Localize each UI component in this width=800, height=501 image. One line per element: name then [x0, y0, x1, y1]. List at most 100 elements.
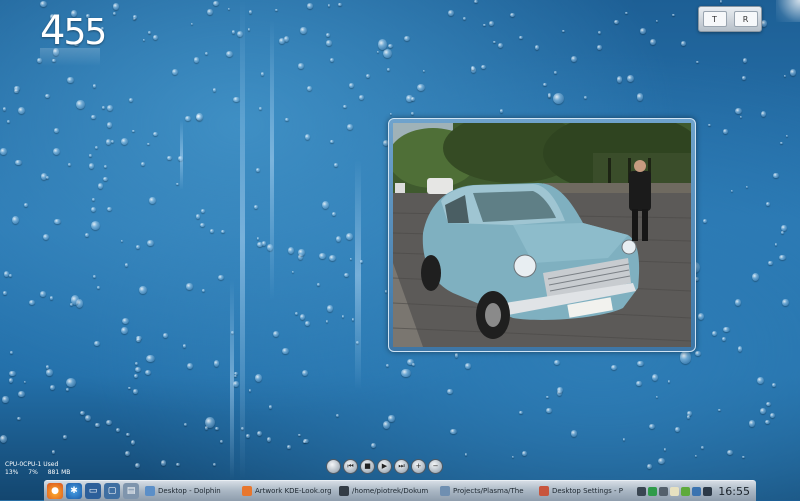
rain-streak [180, 120, 183, 190]
raindrop [382, 48, 392, 58]
next-icon[interactable]: ⏭ [394, 459, 409, 474]
raindrop [627, 74, 634, 82]
task-firefox[interactable]: Artwork KDE-Look.org [239, 483, 333, 499]
task-konsole[interactable]: /home/piotrek/Dokum [336, 483, 434, 499]
raindrop [213, 360, 220, 367]
raindrop [743, 58, 748, 64]
raindrop [148, 30, 151, 34]
raindrop [268, 405, 273, 410]
raindrop [735, 107, 742, 114]
raindrop [667, 379, 671, 383]
raindrop [584, 96, 588, 99]
pager-right-button[interactable]: R [733, 11, 758, 27]
raindrop [338, 2, 342, 7]
raindrop [756, 377, 764, 385]
raindrop [734, 299, 741, 307]
task-label: Artwork KDE-Look.org [255, 487, 332, 495]
raindrop [675, 427, 680, 433]
play-icon[interactable]: ▶ [377, 459, 392, 474]
raindrop [522, 451, 528, 457]
raindrop [447, 388, 453, 395]
raindrop [183, 422, 187, 426]
raindrop [2, 395, 9, 404]
kde-menu-icon[interactable]: ✱ [66, 483, 82, 499]
raindrop [91, 114, 96, 119]
previous-icon[interactable]: ⏮ [343, 459, 358, 474]
raindrop [334, 163, 339, 167]
raindrop [386, 364, 390, 368]
picture-frame-widget[interactable] [388, 118, 696, 352]
raindrop [294, 311, 298, 315]
cpu1-usage: 7% [28, 469, 38, 476]
raindrop [140, 161, 145, 166]
raindrop [470, 65, 475, 70]
raindrop [39, 1, 47, 7]
raindrop [106, 121, 113, 128]
raindrop [447, 9, 454, 16]
stop-icon[interactable]: ■ [360, 459, 375, 474]
raindrop [67, 162, 72, 167]
raindrop [749, 420, 756, 427]
pager-widget[interactable]: T R [698, 6, 762, 32]
raindrop [404, 35, 411, 41]
raindrop [726, 450, 733, 456]
raindrop [327, 3, 331, 7]
monitor-icon[interactable]: ▢ [104, 483, 120, 499]
raindrop [23, 202, 28, 208]
raindrop [510, 12, 515, 17]
raindrop [210, 229, 215, 233]
firefox-launcher-icon[interactable]: ● [47, 483, 63, 499]
raindrop [723, 128, 729, 135]
cpu-monitor-widget: CPU-0CPU-1 Used 13% 7% 881 MB [5, 461, 78, 477]
desktop-icon[interactable]: ▭ [85, 483, 101, 499]
raindrop [97, 286, 100, 289]
raindrop [492, 40, 496, 44]
updates-icon[interactable] [681, 486, 691, 496]
battery-icon[interactable] [648, 486, 658, 496]
raindrop [401, 368, 411, 377]
raindrop [780, 230, 785, 235]
raindrop [212, 0, 219, 6]
screen-icon[interactable] [703, 486, 713, 496]
raindrop [780, 141, 783, 144]
raindrop [637, 360, 644, 367]
network-icon[interactable] [637, 486, 647, 496]
volume-down-icon[interactable]: − [428, 459, 443, 474]
desktop-toolbox-icon[interactable] [776, 0, 800, 22]
device-notifier-icon[interactable] [692, 486, 702, 496]
raindrop [220, 229, 226, 234]
raindrop [45, 369, 53, 376]
clipboard-icon[interactable] [670, 486, 680, 496]
raindrop [282, 347, 289, 355]
raindrop [53, 128, 60, 133]
raindrop [70, 302, 74, 306]
raindrop [149, 197, 156, 204]
raindrop [656, 20, 659, 23]
window-list-icon[interactable]: ▤ [123, 483, 139, 499]
car-photo [393, 123, 691, 347]
raindrop [304, 133, 311, 140]
volume-icon[interactable] [659, 486, 669, 496]
raindrop [51, 450, 56, 454]
raindrop [195, 214, 201, 220]
raindrop [741, 455, 745, 459]
raindrop [45, 364, 50, 369]
task-desktop-settings[interactable]: Desktop Settings - P [536, 483, 632, 499]
raindrop [382, 420, 390, 429]
task-projects[interactable]: Projects/Plasma/The [437, 483, 533, 499]
raindrop [656, 396, 659, 399]
raindrop [681, 41, 687, 46]
raindrop [84, 414, 92, 421]
raindrop [552, 92, 565, 104]
raindrop [488, 21, 495, 27]
raindrop [145, 354, 155, 362]
raindrop [91, 197, 95, 201]
volume-up-icon[interactable]: + [411, 459, 426, 474]
task-dolphin[interactable]: Desktop - Dolphin [142, 483, 236, 499]
raindrop [139, 285, 148, 295]
raindrop [186, 283, 193, 290]
pager-left-button[interactable]: T [702, 11, 727, 27]
raindrop [176, 462, 180, 467]
taskbar-clock[interactable]: 16:55 [718, 485, 750, 498]
media-player-icon[interactable] [326, 459, 341, 474]
